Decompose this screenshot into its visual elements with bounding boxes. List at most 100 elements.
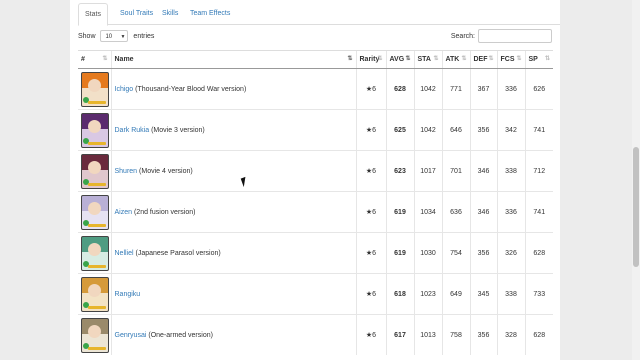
atk-cell: 771	[441, 68, 470, 110]
portrait-face	[88, 283, 101, 297]
col-header-sta[interactable]: STA ⇅	[413, 50, 442, 69]
character-portrait[interactable]	[81, 194, 109, 230]
table-row: Nelliel (Japanese Parasol version) ★6 61…	[78, 232, 553, 274]
rarity-cell: ★6	[355, 314, 386, 355]
character-portrait[interactable]	[81, 153, 109, 189]
rarity-cell: ★6	[355, 191, 386, 233]
tab-team-effects[interactable]: Team Effects	[184, 3, 236, 24]
table-row: Shuren (Movie 4 version) ★6 623 1017 701…	[78, 150, 553, 192]
avg-cell: 623	[385, 150, 414, 192]
table-header-row: # ⇅ Name ⇅ Rarity ⇅ AVG ⇅ STA ⇅ ATK ⇅ DEF ⇅ FCS…	[78, 50, 553, 69]
search-input[interactable]	[478, 29, 552, 43]
sta-cell: 1030	[413, 232, 442, 274]
portrait-cell	[78, 109, 111, 151]
fcs-cell: 336	[496, 191, 525, 233]
portrait-cell	[78, 191, 111, 233]
fcs-cell: 342	[496, 109, 525, 151]
fcs-cell: 326	[496, 232, 525, 274]
character-name-link[interactable]: Genryusai	[115, 332, 147, 339]
table-row: Dark Rukia (Movie 3 version) ★6 625 1042…	[78, 109, 553, 151]
name-cell: Genryusai (One-armed version)	[110, 314, 356, 355]
character-name-link[interactable]: Shuren	[115, 168, 138, 175]
sort-asc-icon: ⇅	[347, 56, 353, 62]
content-panel: Stats Soul Traits Skills Team Effects Sh…	[70, 0, 560, 360]
character-portrait[interactable]	[81, 276, 109, 312]
character-name-link[interactable]: Dark Rukia	[115, 127, 150, 134]
def-cell: 356	[469, 232, 497, 274]
character-name-link[interactable]: Nelliel	[115, 250, 134, 257]
page-scrollbar[interactable]	[632, 0, 640, 360]
sta-cell: 1023	[413, 273, 442, 315]
sort-icon: ⇅	[488, 56, 494, 62]
avg-cell: 617	[385, 314, 414, 355]
col-header-def[interactable]: DEF ⇅	[469, 50, 497, 69]
character-portrait[interactable]	[81, 235, 109, 271]
character-name-link[interactable]: Aizen	[115, 209, 133, 216]
sp-cell: 741	[524, 191, 553, 233]
atk-cell: 649	[441, 273, 470, 315]
star-rating-bar	[88, 346, 106, 350]
fcs-cell: 338	[496, 273, 525, 315]
def-cell: 356	[469, 109, 497, 151]
character-name-link[interactable]: Rangiku	[115, 291, 141, 298]
portrait-cell	[78, 314, 111, 355]
atk-cell: 701	[441, 150, 470, 192]
col-header-rarity[interactable]: Rarity ⇅	[355, 50, 386, 69]
tab-soul-traits[interactable]: Soul Traits	[114, 3, 159, 24]
sort-icon: ⇅	[102, 56, 108, 62]
search-label: Search:	[450, 32, 475, 40]
character-name-link[interactable]: Ichigo	[115, 86, 134, 93]
col-header-atk[interactable]: ATK ⇅	[441, 50, 470, 69]
portrait-face	[88, 160, 101, 174]
portrait-cell	[78, 150, 111, 192]
character-version: (Movie 4 version)	[139, 167, 193, 175]
sp-cell: 626	[524, 68, 553, 110]
sta-cell: 1034	[413, 191, 442, 233]
entries-select[interactable]: 10 ▼	[100, 30, 129, 43]
name-cell: Shuren (Movie 4 version)	[110, 150, 356, 192]
col-header-index[interactable]: # ⇅	[78, 50, 111, 69]
character-portrait[interactable]	[81, 317, 109, 353]
character-portrait[interactable]	[81, 112, 109, 148]
def-cell: 345	[469, 273, 497, 315]
character-version: (Thousand-Year Blood War version)	[135, 85, 247, 93]
name-cell: Dark Rukia (Movie 3 version)	[110, 109, 356, 151]
tab-stats[interactable]: Stats	[78, 3, 108, 26]
sta-cell: 1013	[413, 314, 442, 355]
star-rating-bar	[88, 141, 106, 145]
star-rating-bar	[88, 182, 106, 186]
col-header-sp[interactable]: SP ⇅	[524, 50, 553, 69]
sort-desc-icon: ⇅	[405, 56, 411, 62]
avg-cell: 625	[385, 109, 414, 151]
stats-table: # ⇅ Name ⇅ Rarity ⇅ AVG ⇅ STA ⇅ ATK ⇅ DEF ⇅ FCS…	[78, 50, 553, 355]
tab-skills[interactable]: Skills	[156, 3, 184, 24]
name-cell: Ichigo (Thousand-Year Blood War version)	[110, 68, 356, 110]
entries-length-control: Show 10 ▼ entries	[78, 30, 154, 44]
portrait-face	[88, 324, 101, 338]
col-header-name[interactable]: Name ⇅	[110, 50, 356, 69]
star-rating-bar	[88, 100, 106, 104]
sp-cell: 733	[524, 273, 553, 315]
name-cell: Rangiku	[110, 273, 356, 315]
sta-cell: 1042	[413, 109, 442, 151]
name-cell: Aizen (2nd fusion version)	[110, 191, 356, 233]
avg-cell: 618	[385, 273, 414, 315]
def-cell: 346	[469, 191, 497, 233]
portrait-cell	[78, 68, 111, 110]
sta-cell: 1042	[413, 68, 442, 110]
sp-cell: 628	[524, 314, 553, 355]
col-header-avg[interactable]: AVG ⇅	[385, 50, 414, 69]
col-header-fcs[interactable]: FCS ⇅	[496, 50, 525, 69]
scrollbar-thumb[interactable]	[633, 147, 639, 267]
rarity-cell: ★6	[355, 273, 386, 315]
fcs-cell: 338	[496, 150, 525, 192]
star-rating-bar	[88, 305, 106, 309]
table-row: Aizen (2nd fusion version) ★6 619 1034 6…	[78, 191, 553, 233]
sp-cell: 741	[524, 109, 553, 151]
atk-cell: 758	[441, 314, 470, 355]
sort-icon: ⇅	[516, 56, 522, 62]
def-cell: 367	[469, 68, 497, 110]
character-portrait[interactable]	[81, 71, 109, 107]
sort-icon: ⇅	[461, 56, 467, 62]
avg-cell: 619	[385, 232, 414, 274]
